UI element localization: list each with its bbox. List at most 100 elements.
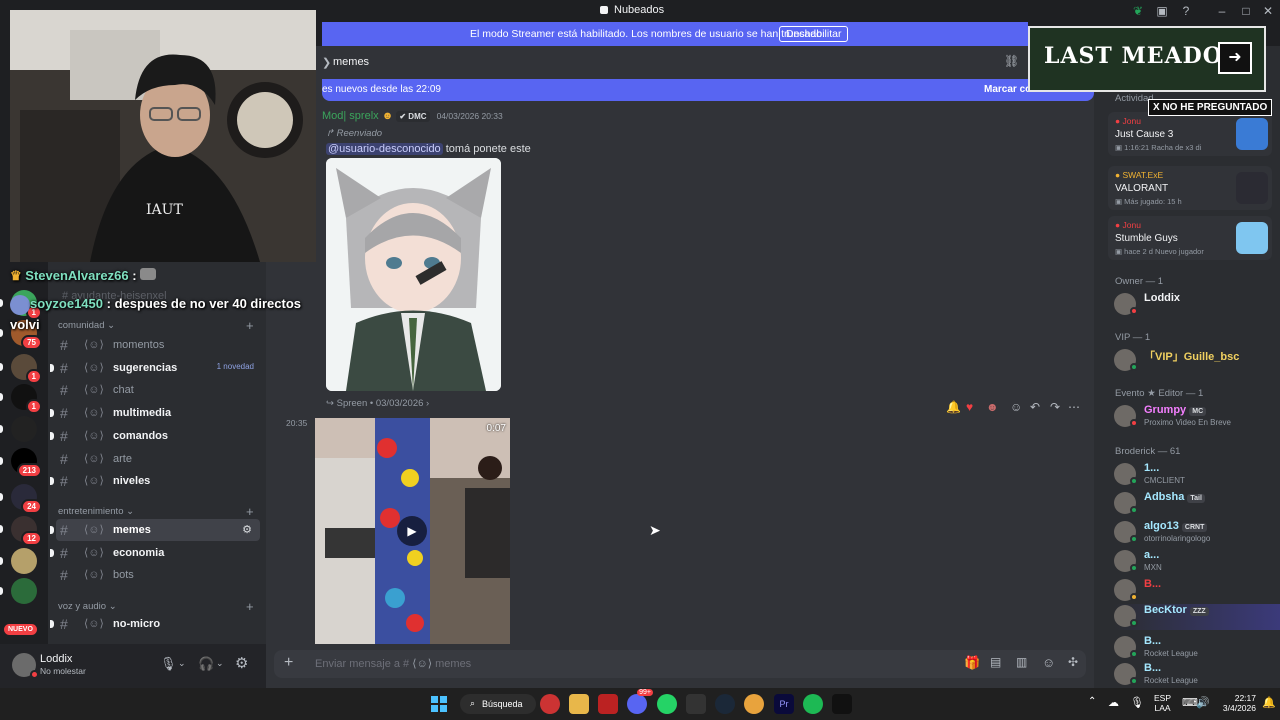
clock[interactable]: 22:17 3/4/2026 (1218, 693, 1256, 713)
new-messages-bar[interactable]: es nuevos desde las 22:09 Marcar como le… (322, 79, 1094, 101)
volume-icon[interactable]: 🔊 (1196, 696, 1210, 709)
chrome-icon[interactable] (744, 694, 764, 714)
leaf-icon[interactable]: ❦ (1130, 3, 1146, 19)
bell-reaction-icon[interactable]: 🔔 (946, 400, 961, 414)
language-indicator[interactable]: ESP LAA (1154, 693, 1171, 713)
steam-icon[interactable] (715, 694, 735, 714)
member-group-header: Evento ★ Editor — 1 (1115, 388, 1204, 399)
unread-pip (50, 526, 54, 534)
app-icon[interactable] (598, 694, 618, 714)
channel-bots[interactable]: # ⟨☺⟩ bots (56, 564, 260, 586)
taskbar-search[interactable]: ⌕ Búsqueda (460, 694, 536, 714)
add-channel-icon[interactable]: + (246, 504, 254, 519)
discord-icon[interactable]: 99+ (627, 689, 653, 714)
member-item[interactable]: algo13 CRNT otorrinolaringologo (1114, 520, 1280, 546)
activity-card[interactable]: ● Jonu Just Cause 3 ▣ 1:16:21 Racha de x3 … (1108, 112, 1272, 156)
member-item[interactable]: a... MXN (1114, 549, 1280, 575)
channel-momentos[interactable]: # ⟨☺⟩ momentos (56, 334, 260, 356)
member-item[interactable]: Adbsha Tail (1114, 491, 1280, 517)
microphone-icon[interactable]: 🎙 (160, 656, 177, 672)
disable-streamer-button[interactable]: Deshabilitar (779, 26, 849, 42)
play-icon[interactable]: ▶ (397, 516, 427, 546)
channel-niveles[interactable]: # ⟨☺⟩ niveles (50, 470, 260, 492)
add-attachment-icon[interactable]: + (284, 654, 293, 672)
member-item[interactable]: Grumpy MC Proximo Video En Breve (1114, 404, 1280, 430)
server-icon[interactable] (11, 416, 37, 442)
maximize-icon[interactable]: □ (1238, 3, 1254, 19)
user-mention[interactable]: @usuario-desconocido (326, 143, 443, 155)
emoji-icon[interactable]: ☺ (1042, 655, 1055, 670)
app-icon[interactable] (540, 694, 560, 714)
inbox-icon[interactable]: ▣ (1154, 3, 1170, 19)
headphones-icon[interactable]: 🎧 (198, 656, 214, 672)
chevron-down-icon[interactable]: ⌄ (216, 658, 224, 669)
server-icon[interactable]: 1 (11, 354, 42, 384)
member-item[interactable]: BecKtor ZZZ (1114, 604, 1280, 630)
attached-image[interactable] (326, 158, 501, 391)
windows-start-icon[interactable] (429, 694, 449, 714)
member-item[interactable]: B... Rocket League (1114, 662, 1280, 688)
sticker-icon[interactable]: ▥ (1016, 655, 1027, 669)
more-icon[interactable]: ⋯ (1068, 400, 1080, 414)
server-icon[interactable] (11, 578, 37, 604)
member-item[interactable]: Loddix (1114, 292, 1280, 318)
microphone-icon[interactable]: 🎙 (1130, 696, 1144, 709)
threads-icon[interactable]: ⛓ (1004, 54, 1019, 68)
server-icon[interactable]: 12 (11, 516, 42, 546)
channel-economia[interactable]: # ⟨☺⟩ economia (50, 542, 260, 564)
activity-card[interactable]: ● SWAT.ExE VALORANT ▣ Más jugado: 15 h (1108, 166, 1272, 210)
spotify-icon[interactable] (803, 694, 823, 714)
server-icon[interactable] (11, 548, 37, 574)
reply-icon[interactable]: ↶ (1030, 400, 1040, 414)
activity-card[interactable]: ● Jonu Stumble Guys ▣ hace 2 d Nuevo jugad… (1108, 216, 1272, 260)
gif-icon[interactable]: ▤ (990, 655, 1001, 669)
message-author[interactable]: Mod| sprelx (322, 110, 379, 122)
help-icon[interactable]: ? (1178, 3, 1194, 19)
close-icon[interactable]: ✕ (1260, 3, 1276, 19)
channel-name: memes (113, 524, 151, 536)
member-item[interactable]: B... Rocket League (1114, 635, 1280, 661)
notifications-icon[interactable]: 🔔 (1262, 696, 1276, 709)
forward-source[interactable]: ↪ Spreen • 03/03/2026 › (326, 398, 429, 409)
channel-arte[interactable]: # ⟨☺⟩ arte (56, 448, 260, 470)
member-item[interactable]: 1... CMCLIENT (1114, 462, 1280, 488)
channel-multimedia[interactable]: # ⟨☺⟩ multimedia (50, 402, 260, 424)
video-attachment[interactable]: 0:07 ▶ (315, 418, 510, 644)
channel-no-micro[interactable]: # ⟨☺⟩ no-micro (50, 613, 260, 635)
minimize-icon[interactable]: – (1214, 3, 1230, 19)
add-reaction-icon[interactable]: ☺ (1010, 400, 1022, 414)
category-voice[interactable]: voz y audio ⌄ + (58, 599, 254, 614)
premiere-icon[interactable]: Pr (774, 694, 794, 714)
channel-sugerencias[interactable]: # ⟨☺⟩ sugerencias 1 novedad (50, 357, 260, 379)
status-indicator (1130, 677, 1138, 685)
category-entertainment[interactable]: entretenimiento ⌄ + (58, 504, 254, 519)
server-icon[interactable]: 24 (11, 484, 42, 514)
cloud-icon[interactable]: ☁ (1108, 696, 1119, 709)
channel-emoji-icon: ⟨☺⟩ (84, 618, 104, 630)
heart-reaction-icon[interactable]: ♥ (966, 400, 973, 414)
chevron-down-icon[interactable]: ⌄ (178, 658, 186, 669)
channel-comandos[interactable]: # ⟨☺⟩ comandos (50, 425, 260, 447)
whatsapp-icon[interactable] (657, 694, 677, 714)
epic-games-icon[interactable] (686, 694, 706, 714)
message-input[interactable]: + Enviar mensaje a # ⟨☺⟩ memes 🎁 ▤ ▥ ☺ ✣ (274, 650, 1086, 678)
channel-settings-icon[interactable]: ⚙ (242, 523, 252, 536)
channel-chat[interactable]: # ⟨☺⟩ chat (56, 379, 260, 401)
file-explorer-icon[interactable] (569, 694, 589, 714)
face-reaction-icon[interactable]: ☻ (986, 400, 999, 414)
member-item[interactable]: B... (1114, 578, 1280, 604)
new-badge[interactable]: NUEVO (4, 624, 37, 635)
channel-name: arte (113, 452, 132, 465)
apps-icon[interactable]: ✣ (1068, 655, 1078, 669)
server-icon[interactable]: 213 (11, 448, 42, 478)
channel-memes[interactable]: # ⟨☺⟩ memes ⚙ (50, 519, 260, 541)
gift-icon[interactable]: 🎁 (964, 655, 980, 671)
gear-icon[interactable]: ⚙ (235, 654, 248, 672)
chevron-up-icon[interactable]: ⌃ (1088, 696, 1096, 707)
webcam-overlay: IAUT (10, 10, 316, 262)
member-item[interactable]: 「VIP」Guille_bsc (1114, 348, 1280, 374)
server-icon[interactable]: 1 (11, 384, 42, 414)
tiktok-icon[interactable] (832, 694, 852, 714)
add-channel-icon[interactable]: + (246, 599, 254, 614)
forward-icon[interactable]: ↷ (1050, 400, 1060, 414)
